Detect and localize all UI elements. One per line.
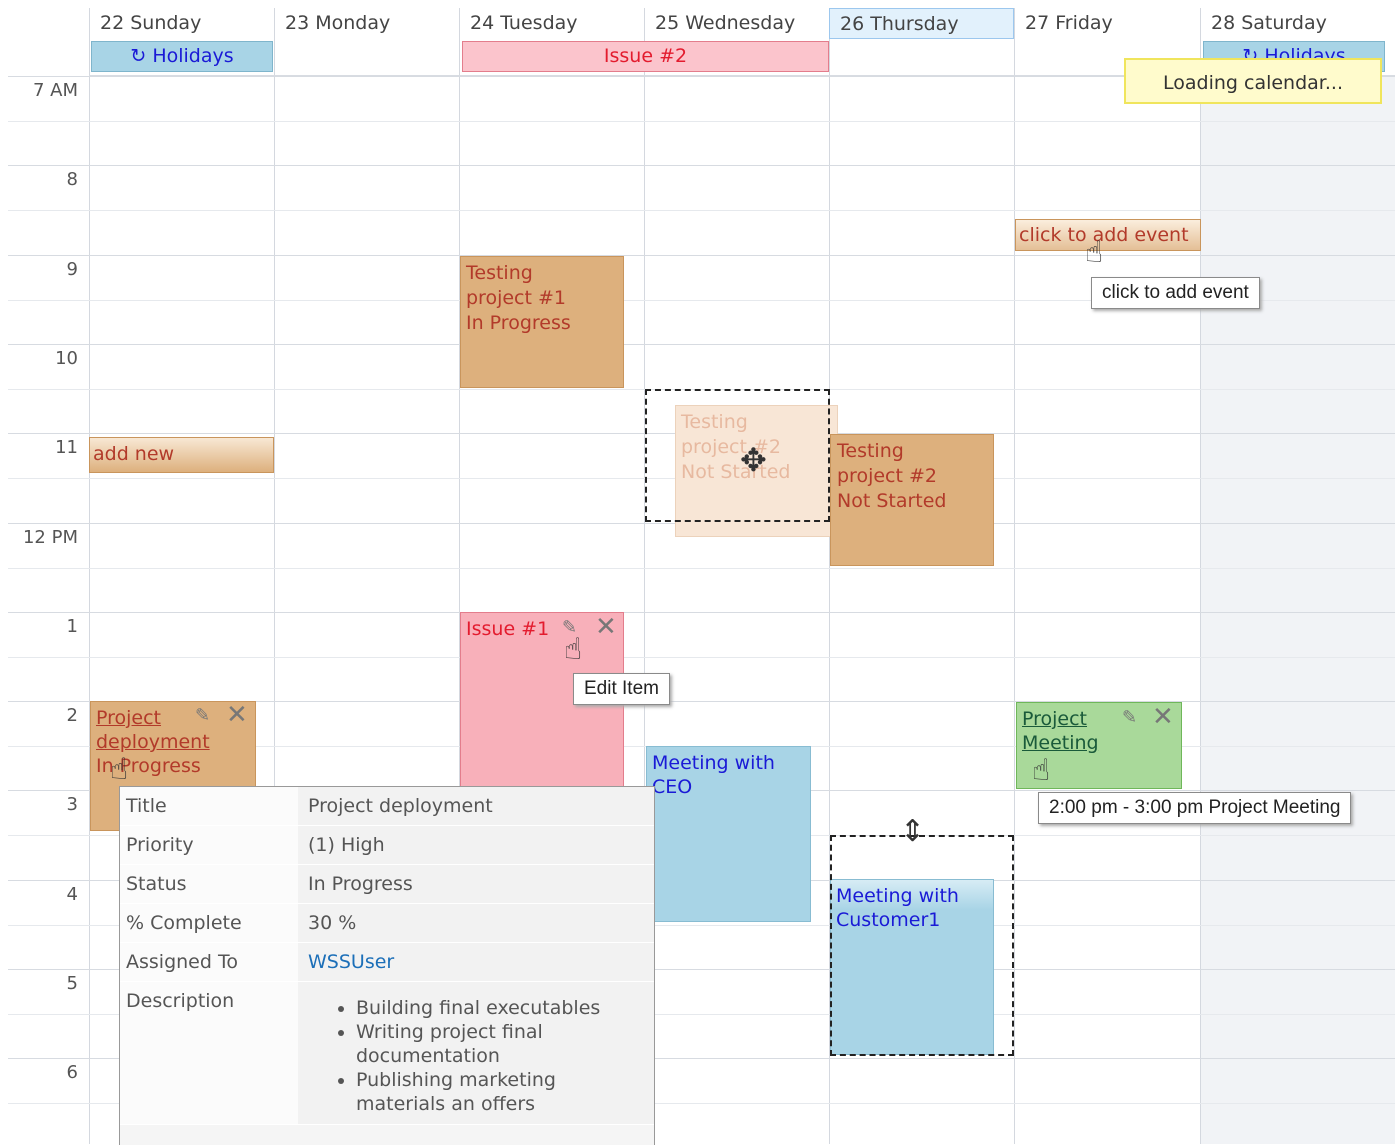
col-line	[1014, 8, 1015, 1144]
description-item: Writing project final documentation	[356, 1020, 644, 1068]
detail-value: 30 %	[298, 904, 654, 942]
time-label: 1	[66, 616, 78, 637]
day-header-friday[interactable]: 27 Friday	[1014, 8, 1200, 39]
hour-gridline	[8, 344, 1395, 345]
detail-label: % Complete	[120, 904, 298, 942]
hand-cursor-icon: ☝	[1085, 235, 1104, 270]
description-list: Building final executablesWriting projec…	[308, 996, 644, 1116]
loading-calendar-notice: Loading calendar...	[1124, 58, 1382, 104]
time-label: 3	[66, 794, 78, 815]
time-label: 11	[55, 437, 78, 458]
hand-cursor-icon: ☝	[1032, 753, 1051, 788]
event-add-new-input[interactable]: add new	[89, 437, 274, 473]
hour-gridline	[8, 165, 1395, 166]
detail-value: In Progress	[298, 865, 654, 903]
event-testing-project-1[interactable]: Testing project #1 In Progress	[460, 256, 624, 388]
day-header-wednesday[interactable]: 25 Wednesday	[644, 8, 829, 39]
hour-gridline	[8, 612, 1395, 613]
time-label: 2	[66, 705, 78, 726]
detail-row: Assigned To WSSUser	[120, 943, 654, 982]
hand-cursor-icon: ☝	[110, 752, 129, 787]
edit-icon[interactable]: ✎	[1122, 707, 1137, 728]
time-label: 9	[66, 259, 78, 280]
time-label: 4	[66, 884, 78, 905]
detail-row: % Complete 30 %	[120, 904, 654, 943]
delete-icon[interactable]: ✕	[226, 700, 248, 730]
hand-cursor-icon: ☝	[564, 632, 583, 667]
delete-icon[interactable]: ✕	[1152, 702, 1174, 732]
resize-cursor-icon: ⇕	[900, 814, 926, 849]
move-cursor-icon: ✥	[740, 441, 767, 479]
tooltip-project-meeting-time: 2:00 pm - 3:00 pm Project Meeting	[1038, 792, 1352, 824]
col-line	[89, 8, 90, 1144]
detail-value: Project deployment	[298, 787, 654, 825]
detail-label: Title	[120, 787, 298, 825]
time-label: 8	[66, 169, 78, 190]
day-header-thursday[interactable]: 26 Thursday	[829, 8, 1014, 39]
half-hour-gridline	[8, 568, 1395, 569]
event-testing-project-2[interactable]: Testing project #2 Not Started	[830, 434, 994, 566]
detail-value: (1) High	[298, 826, 654, 864]
detail-row: Status In Progress	[120, 865, 654, 904]
all-day-event-holidays-sunday[interactable]: ↻ Holidays	[91, 41, 273, 72]
hour-gridline	[8, 255, 1395, 256]
detail-value[interactable]: WSSUser	[298, 943, 654, 981]
description-item: Publishing marketing materials an offers	[356, 1068, 644, 1116]
day-header-saturday[interactable]: 28 Saturday	[1200, 8, 1395, 39]
resize-placeholder-thursday	[830, 835, 1014, 1056]
detail-row-description: Description Building final executablesWr…	[120, 982, 654, 1125]
event-click-to-add[interactable]: click to add event	[1015, 219, 1201, 251]
half-hour-gridline	[8, 210, 1395, 211]
time-label: 7 AM	[32, 80, 78, 101]
time-label: 5	[66, 973, 78, 994]
tooltip-click-to-add: click to add event	[1091, 277, 1260, 309]
add-new-text[interactable]: add new	[90, 438, 273, 471]
description-item: Building final executables	[356, 996, 644, 1020]
detail-value: Building final executablesWriting projec…	[298, 982, 654, 1124]
time-label: 6	[66, 1062, 78, 1083]
tooltip-edit-item: Edit Item	[573, 673, 670, 705]
half-hour-gridline	[8, 657, 1395, 658]
all-day-event-issue-2[interactable]: Issue #2	[462, 41, 829, 72]
event-title: Testing project #1 In Progress	[466, 262, 571, 334]
detail-row: Priority (1) High	[120, 826, 654, 865]
detail-label: Assigned To	[120, 943, 298, 981]
event-meeting-with-ceo[interactable]: Meeting with CEO	[646, 746, 811, 922]
weekend-shade-saturday	[1201, 75, 1395, 1144]
delete-icon[interactable]: ✕	[595, 612, 617, 642]
half-hour-gridline	[8, 121, 1395, 122]
detail-label: Status	[120, 865, 298, 903]
day-header-sunday[interactable]: 22 Sunday	[89, 8, 274, 39]
event-detail-popup: Title Project deployment Priority (1) High S…	[119, 786, 655, 1145]
day-header-monday[interactable]: 23 Monday	[274, 8, 459, 39]
detail-label: Priority	[120, 826, 298, 864]
col-line	[1200, 8, 1201, 1144]
drag-placeholder-wednesday	[645, 389, 830, 522]
time-label: 12 PM	[22, 527, 78, 548]
detail-row: Title Project deployment	[120, 787, 654, 826]
detail-label: Description	[120, 982, 298, 1124]
edit-icon[interactable]: ✎	[195, 705, 210, 726]
time-label: 10	[55, 348, 78, 369]
day-header-tuesday[interactable]: 24 Tuesday	[459, 8, 644, 39]
